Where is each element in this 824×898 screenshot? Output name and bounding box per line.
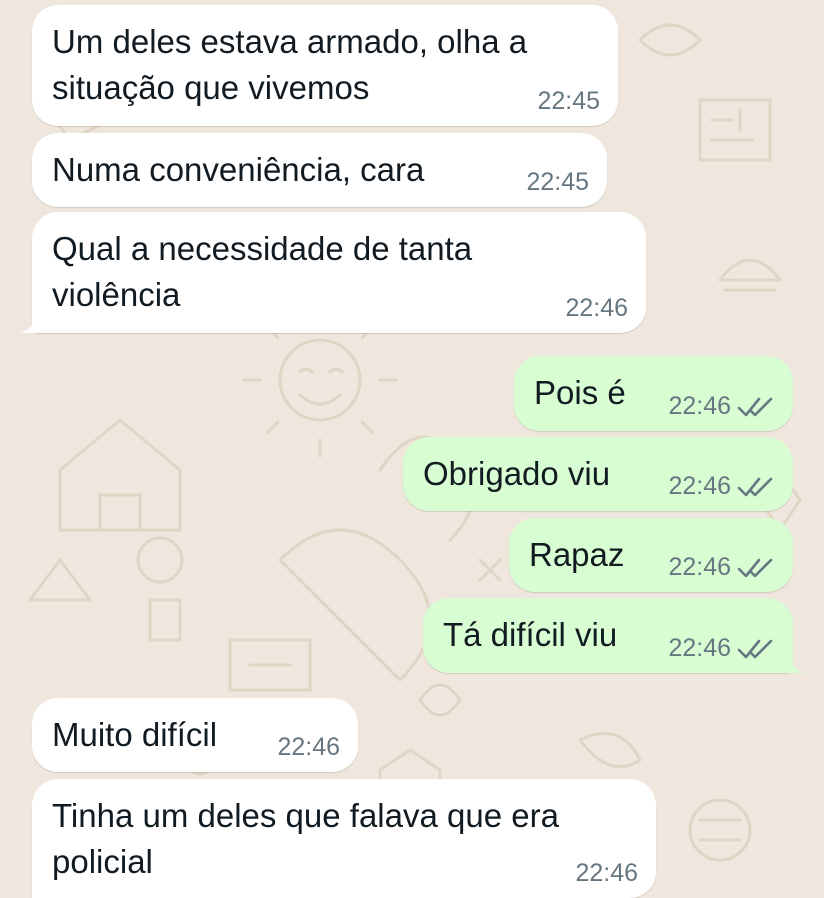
double-check-icon <box>737 397 773 416</box>
bubble-tail <box>20 311 40 333</box>
message-text: Rapaz <box>529 532 624 578</box>
message-bubble-incoming[interactable]: Um deles estava armado, olha a situação … <box>32 5 618 126</box>
message-line: Pois é <box>534 374 626 411</box>
message-line: Rapaz <box>529 536 625 573</box>
message-line: Tinha um deles que falava que era <box>52 797 559 834</box>
message-line: violência <box>52 276 181 313</box>
chat-area[interactable]: Um deles estava armado, olha a situação … <box>0 0 824 898</box>
message-bubble-incoming[interactable]: Muito difícil 22:46 <box>32 698 358 772</box>
message-text: Qual a necessidade de tanta violência <box>52 226 472 318</box>
message-meta: 22:45 <box>526 168 589 197</box>
message-timestamp: 22:45 <box>526 168 589 196</box>
message-meta: 22:46 <box>565 294 628 323</box>
message-text: Tá difícil viu <box>443 612 617 658</box>
message-line: Qual a necessidade de tanta <box>52 230 473 267</box>
message-bubble-outgoing[interactable]: Obrigado viu 22:46 <box>403 437 793 511</box>
message-timestamp: 22:46 <box>668 553 731 581</box>
message-line: Obrigado viu <box>423 455 611 492</box>
message-line: policial <box>52 843 153 880</box>
message-meta: 22:45 <box>537 87 600 116</box>
message-text: Pois é <box>534 370 626 416</box>
message-line: Numa conveniência, cara <box>52 151 425 188</box>
message-timestamp: 22:46 <box>277 733 340 761</box>
message-meta: 22:46 <box>668 392 775 421</box>
message-line: Um deles estava armado, olha a <box>52 23 528 60</box>
message-timestamp: 22:46 <box>565 294 628 322</box>
message-text: Obrigado viu <box>423 451 610 497</box>
message-meta: 22:46 <box>277 733 340 762</box>
message-meta: 22:46 <box>668 553 775 582</box>
message-bubble-outgoing[interactable]: Tá difícil viu 22:46 <box>423 598 805 673</box>
message-line: situação que vivemos <box>52 69 370 106</box>
message-bubble-incoming[interactable]: Tinha um deles que falava que era polici… <box>32 779 656 898</box>
message-line: Muito difícil <box>52 716 218 753</box>
message-bubble-incoming[interactable]: Qual a necessidade de tanta violência 22… <box>20 212 646 333</box>
message-timestamp: 22:46 <box>668 472 731 500</box>
message-timestamp: 22:46 <box>575 859 638 887</box>
message-bubble-outgoing[interactable]: Rapaz 22:46 <box>509 518 793 592</box>
bubble-tail <box>785 651 805 673</box>
message-timestamp: 22:45 <box>537 87 600 115</box>
message-timestamp: 22:46 <box>668 392 731 420</box>
message-timestamp: 22:46 <box>668 634 731 662</box>
message-bubble-incoming[interactable]: Numa conveniência, cara 22:45 <box>32 133 607 207</box>
message-text: Numa conveniência, cara <box>52 147 424 193</box>
message-text: Um deles estava armado, olha a situação … <box>52 19 527 111</box>
message-meta: 22:46 <box>668 634 775 663</box>
message-line: Tá difícil viu <box>443 616 618 653</box>
message-bubble-outgoing[interactable]: Pois é 22:46 <box>514 356 793 431</box>
double-check-icon <box>737 558 773 577</box>
message-meta: 22:46 <box>575 859 638 888</box>
message-text: Muito difícil <box>52 712 217 758</box>
message-meta: 22:46 <box>668 472 775 501</box>
message-text: Tinha um deles que falava que era polici… <box>52 793 559 885</box>
double-check-icon <box>737 477 773 496</box>
double-check-icon <box>737 639 773 658</box>
